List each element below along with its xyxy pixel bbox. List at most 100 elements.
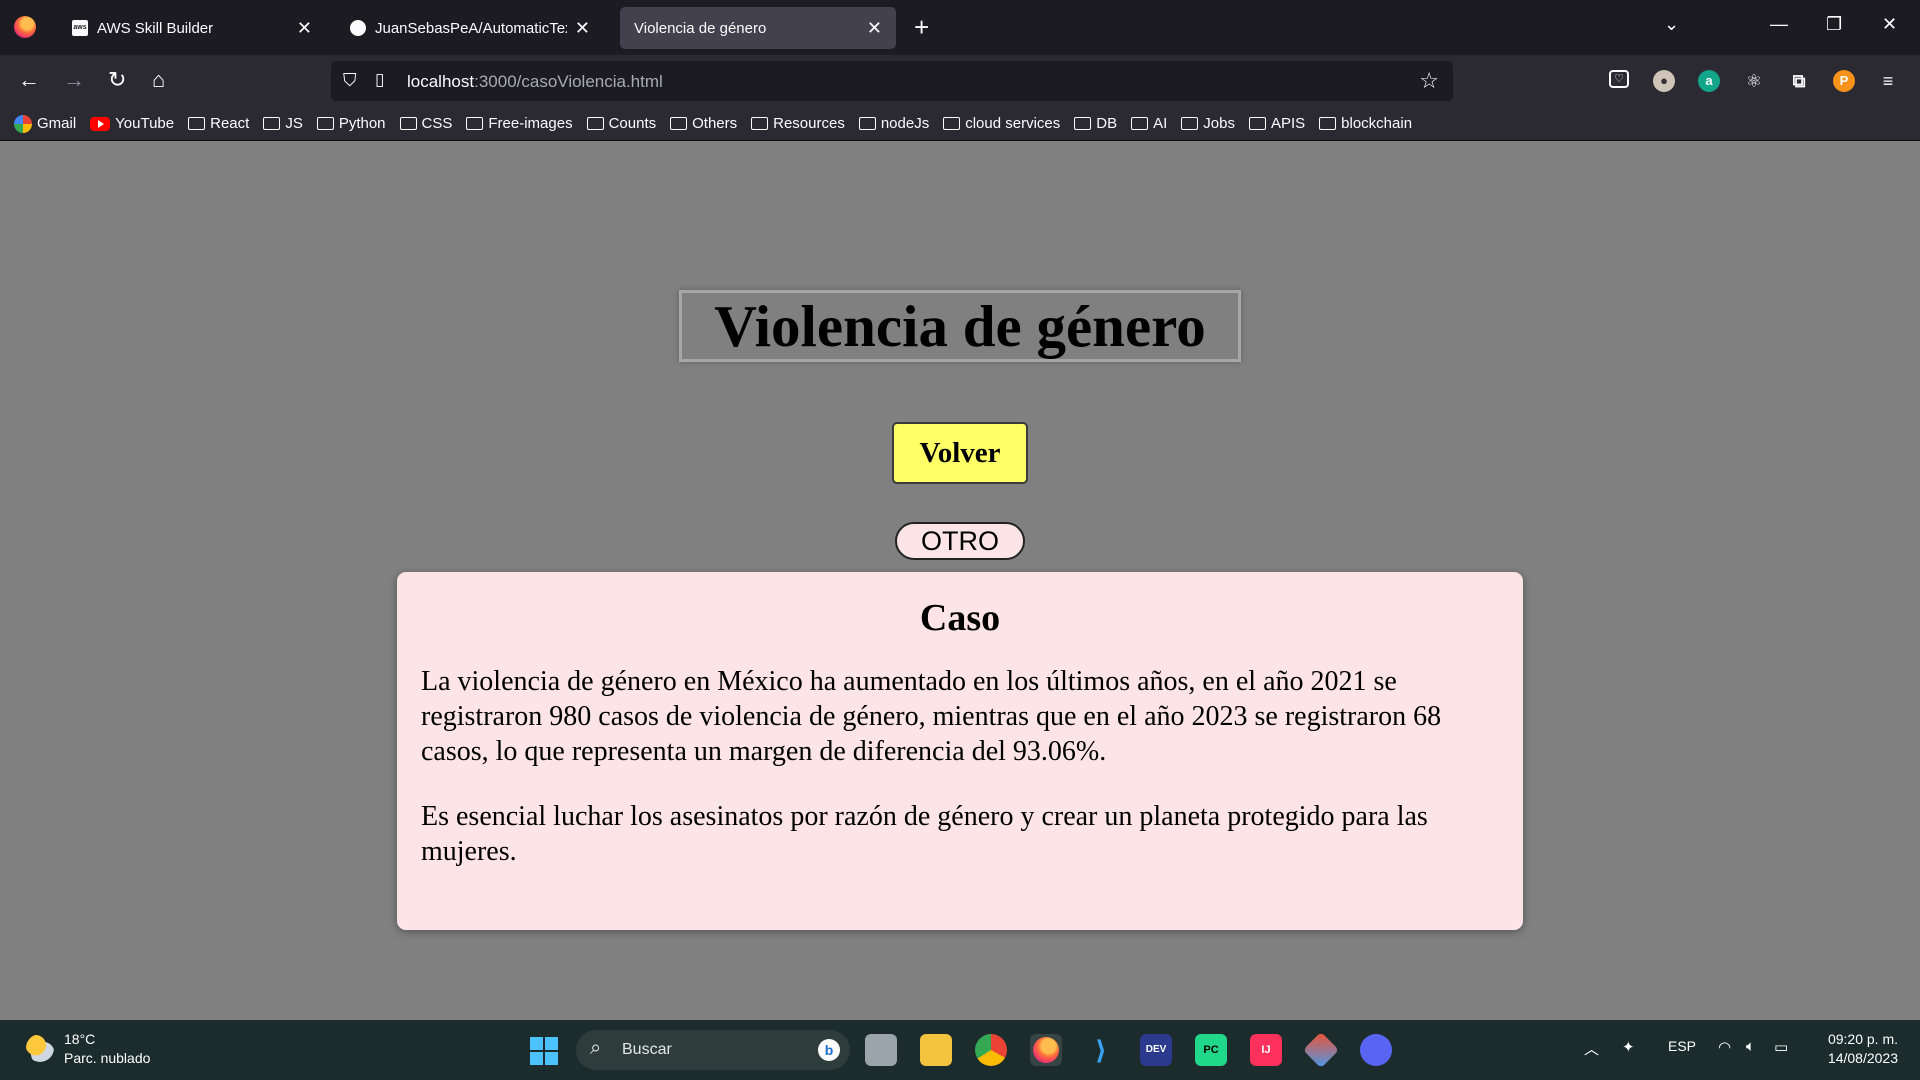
tab-title: JuanSebasPeA/AutomaticTextG: [375, 19, 567, 37]
bookmark-folder-cloud-services[interactable]: cloud services: [943, 115, 1060, 132]
new-tab-icon[interactable]: +: [914, 12, 929, 43]
bookmark-folder-free-images[interactable]: Free-images: [466, 115, 573, 132]
close-tab-icon[interactable]: ✕: [575, 18, 590, 39]
bookmark-folder-js[interactable]: JS: [263, 115, 303, 132]
file-explorer-icon[interactable]: [920, 1034, 952, 1066]
folder-icon: [466, 117, 484, 130]
bookmark-label: JS: [285, 115, 303, 132]
bing-icon[interactable]: b: [818, 1039, 840, 1061]
folder-icon: [188, 117, 206, 130]
firefox-icon[interactable]: [14, 16, 36, 38]
chrome-icon[interactable]: [975, 1034, 1007, 1066]
firefox-taskbar-icon[interactable]: [1030, 1034, 1062, 1066]
battery-icon[interactable]: ▭: [1774, 1038, 1788, 1056]
folder-icon: [670, 117, 688, 130]
menu-icon[interactable]: ≡: [1877, 70, 1899, 92]
discord-icon[interactable]: [1360, 1034, 1392, 1066]
bookmark-label: cloud services: [965, 115, 1061, 132]
dropbox-icon[interactable]: ✦: [1622, 1038, 1635, 1056]
pycharm-icon[interactable]: PC: [1195, 1034, 1227, 1066]
bookmark-folder-counts[interactable]: Counts: [586, 115, 656, 132]
page-icon[interactable]: ▯: [375, 70, 384, 90]
restore-icon[interactable]: ❐: [1826, 14, 1842, 35]
close-tab-icon[interactable]: ✕: [867, 18, 882, 39]
shield-icon[interactable]: ⛉: [343, 70, 357, 91]
bookmarks-toolbar: Gmail YouTube React JS Python CSS Free-i…: [0, 107, 1920, 141]
google-icon: [14, 114, 32, 133]
extension-p-icon[interactable]: P: [1833, 70, 1855, 92]
intellij-icon[interactable]: IJ: [1250, 1034, 1282, 1066]
tab-violencia-de-genero[interactable]: Violencia de género ✕: [620, 7, 896, 49]
bookmark-folder-resources[interactable]: Resources: [751, 115, 845, 132]
folder-icon: [943, 117, 961, 130]
bookmark-youtube[interactable]: YouTube: [90, 115, 174, 132]
bookmark-folder-others[interactable]: Others: [670, 115, 737, 132]
bookmark-folder-ai[interactable]: AI: [1131, 115, 1167, 132]
bookmark-folder-nodejs[interactable]: nodeJs: [858, 115, 930, 132]
folder-icon: [263, 117, 281, 130]
bookmark-folder-apis[interactable]: APIS: [1248, 115, 1305, 132]
tab-aws-skill-builder[interactable]: aws AWS Skill Builder ✕: [58, 7, 326, 49]
case-paragraph: Es esencial luchar los asesinatos por ra…: [421, 801, 1428, 867]
page-title: Violencia de género: [714, 292, 1206, 359]
bookmark-label: React: [210, 115, 250, 132]
bookmark-label: nodeJs: [880, 115, 930, 132]
account-avatar-icon[interactable]: ●: [1653, 70, 1675, 92]
extensions-icon[interactable]: ⧉: [1788, 70, 1810, 92]
weather-partly-cloudy-icon[interactable]: [26, 1034, 54, 1062]
pocket-icon[interactable]: ♡: [1609, 70, 1629, 88]
extension-a-icon[interactable]: a: [1698, 70, 1720, 92]
bookmark-label: Python: [338, 115, 386, 132]
bookmark-folder-react[interactable]: React: [188, 115, 249, 132]
tab-github[interactable]: JuanSebasPeA/AutomaticTextG ✕: [336, 7, 604, 49]
react-devtools-icon[interactable]: ⚛: [1743, 70, 1765, 92]
forward-icon[interactable]: →: [63, 67, 85, 93]
bookmark-folder-jobs[interactable]: Jobs: [1181, 115, 1235, 132]
url-text[interactable]: localhost:3000/casoViolencia.html: [407, 72, 663, 92]
bookmark-label: AI: [1153, 115, 1168, 132]
volume-icon[interactable]: 🔈︎: [1746, 1038, 1755, 1055]
weather-temperature: 18°C: [64, 1031, 96, 1047]
youtube-icon: [90, 116, 111, 131]
folder-icon: [586, 117, 604, 130]
bookmark-folder-python[interactable]: Python: [316, 115, 386, 132]
home-icon[interactable]: ⌂: [152, 67, 165, 93]
folder-icon: [1074, 117, 1092, 130]
bookmark-folder-db[interactable]: DB: [1074, 115, 1117, 132]
taskbar-search[interactable]: ⌕ Buscar b: [576, 1030, 850, 1070]
bookmark-folder-css[interactable]: CSS: [399, 115, 452, 132]
show-hidden-icons-chevron-icon[interactable]: ︿: [1584, 1038, 1599, 1059]
taskbar: 18°C Parc. nublado ⌕ Buscar b ⟩ DEV PC I…: [0, 1020, 1920, 1080]
wifi-icon[interactable]: ◠: [1718, 1038, 1731, 1056]
folder-icon: [399, 117, 417, 130]
volver-button[interactable]: Volver: [892, 422, 1028, 484]
minimize-icon[interactable]: —: [1770, 14, 1788, 35]
folder-icon: [1181, 117, 1199, 130]
bookmark-gmail[interactable]: Gmail: [14, 114, 76, 133]
folder-icon: [1319, 117, 1337, 130]
bookmark-label: Jobs: [1203, 115, 1235, 132]
bookmark-star-icon[interactable]: ☆: [1419, 68, 1439, 94]
language-indicator[interactable]: ESP: [1668, 1038, 1696, 1054]
git-icon[interactable]: [1302, 1031, 1340, 1069]
dev-icon[interactable]: DEV: [1140, 1034, 1172, 1066]
back-icon[interactable]: ←: [18, 67, 40, 93]
bookmark-folder-blockchain[interactable]: blockchain: [1319, 115, 1412, 132]
case-card: Caso La violencia de género en México ha…: [397, 572, 1523, 930]
weather-widget[interactable]: 18°C Parc. nublado: [64, 1030, 150, 1068]
tab-strip: aws AWS Skill Builder ✕ JuanSebasPeA/Aut…: [0, 0, 1920, 55]
system-clock[interactable]: 09:20 p. m. 14/08/2023: [1816, 1030, 1898, 1068]
task-view-icon[interactable]: [865, 1034, 897, 1066]
search-icon: ⌕: [590, 1037, 602, 1059]
url-host: localhost: [407, 72, 475, 91]
vscode-icon[interactable]: ⟩: [1085, 1034, 1117, 1066]
close-tab-icon[interactable]: ✕: [297, 18, 312, 39]
page-viewport: Violencia de género Volver OTRO Caso La …: [0, 142, 1920, 1020]
reload-icon[interactable]: ↻: [108, 67, 126, 93]
url-bar[interactable]: ⛉ ▯ localhost:3000/casoViolencia.html ☆: [331, 61, 1453, 101]
bookmark-label: DB: [1096, 115, 1118, 132]
otro-button[interactable]: OTRO: [895, 522, 1025, 560]
windows-start-icon[interactable]: [530, 1037, 558, 1065]
close-window-icon[interactable]: ✕: [1882, 14, 1897, 35]
list-all-tabs-icon[interactable]: ⌄: [1664, 14, 1679, 35]
